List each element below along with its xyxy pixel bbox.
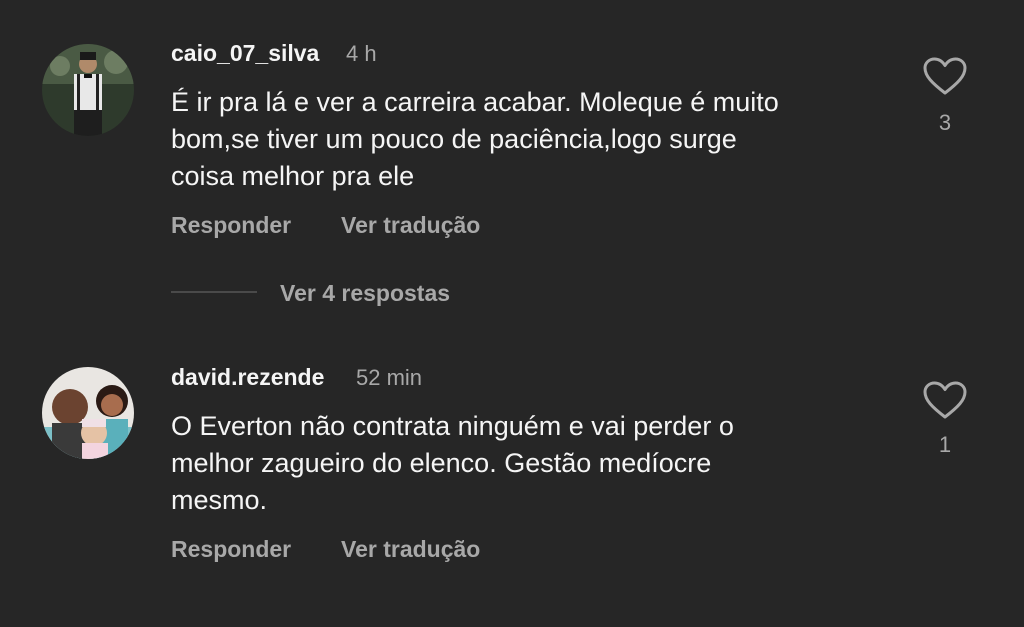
like-button[interactable] <box>922 380 968 420</box>
like-button[interactable] <box>922 56 968 96</box>
view-replies-button[interactable]: Ver 4 respostas <box>280 280 450 307</box>
heart-outline-icon <box>923 57 967 95</box>
comment-timestamp: 4 h <box>346 41 377 66</box>
comment-text-line: melhor zagueiro do elenco. Gestão medíoc… <box>171 448 712 478</box>
comment-timestamp: 52 min <box>356 365 423 390</box>
like-count: 3 <box>938 110 952 135</box>
comment-text-line: bom,se tiver um pouco de paciência,logo … <box>171 124 737 154</box>
like-count: 1 <box>938 432 952 457</box>
avatar[interactable] <box>42 44 134 136</box>
comment-text: O Everton não contrata ninguém e vai per… <box>171 408 871 519</box>
reply-button[interactable]: Responder <box>171 212 291 239</box>
comment-text-line: mesmo. <box>171 485 268 515</box>
comment-username[interactable]: david.rezende <box>171 364 324 391</box>
comment-text-line: É ir pra lá e ver a carreira acabar. Mol… <box>171 87 779 117</box>
see-translation-button[interactable]: Ver tradução <box>341 212 480 239</box>
comment-username[interactable]: caio_07_silva <box>171 40 319 67</box>
replies-divider <box>171 291 257 293</box>
heart-outline-icon <box>923 381 967 419</box>
comment-text-line: coisa melhor pra ele <box>171 161 415 191</box>
avatar[interactable] <box>42 367 134 459</box>
see-translation-button[interactable]: Ver tradução <box>341 536 480 563</box>
comment-text-line: O Everton não contrata ninguém e vai per… <box>171 411 734 441</box>
reply-button[interactable]: Responder <box>171 536 291 563</box>
comment-text: É ir pra lá e ver a carreira acabar. Mol… <box>171 84 871 195</box>
